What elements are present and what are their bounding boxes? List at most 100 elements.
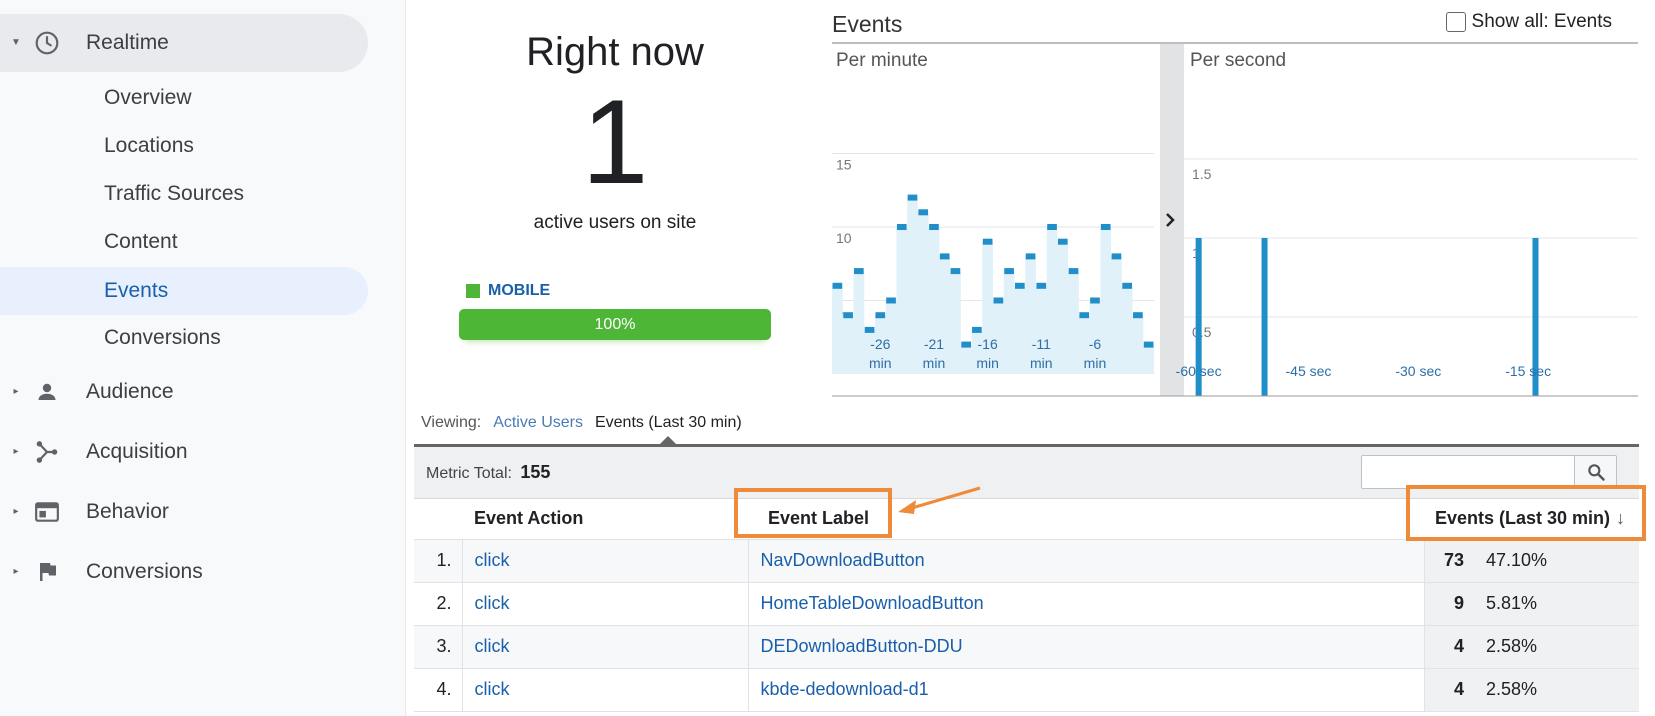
per-minute-point xyxy=(1100,224,1111,230)
per-minute-y-tick: 15 xyxy=(836,157,852,173)
sidebar-item-events[interactable]: Events xyxy=(0,267,368,315)
person-icon xyxy=(33,378,61,406)
per-minute-point xyxy=(1143,341,1154,348)
header-event-label[interactable]: Event Label xyxy=(748,499,1424,540)
row-event-percent: 2.58% xyxy=(1474,625,1639,669)
per-second-x-tick: -60 sec xyxy=(1176,363,1222,379)
events-table: Event Action Event Label Events (Last 30… xyxy=(414,499,1639,712)
header-events-text: Events (Last 30 min) xyxy=(1434,508,1610,529)
header-events-count[interactable]: Events (Last 30 min) ↓ xyxy=(1424,499,1639,540)
per-minute-point xyxy=(1090,297,1100,304)
header-index xyxy=(414,499,462,540)
per-second-bar xyxy=(1261,238,1268,396)
per-minute-point xyxy=(1047,224,1057,230)
row-event-percent: 5.81% xyxy=(1474,582,1639,626)
active-users-count: 1 xyxy=(581,75,649,209)
viewing-label: Viewing: xyxy=(421,414,482,431)
right-now-title: Right now xyxy=(526,30,704,74)
row-event-action-link[interactable]: click xyxy=(475,593,510,613)
table-search xyxy=(1361,455,1617,489)
row-event-percent: 47.10% xyxy=(1474,539,1639,583)
per-minute-point xyxy=(1015,282,1025,289)
table-row: 1. click NavDownloadButton 73 47.10% xyxy=(414,539,1639,583)
sidebar-item-label: Content xyxy=(104,230,178,253)
per-minute-point xyxy=(1004,268,1014,275)
sidebar-item-label: Acquisition xyxy=(86,440,188,463)
per-minute-x-tick: -16 xyxy=(978,336,998,352)
per-minute-point xyxy=(854,268,864,275)
right-now-panel: Right now 1 active users on site MOBILE … xyxy=(440,0,790,400)
viewing-bar: Viewing: Active Users Events (Last 30 mi… xyxy=(421,414,742,432)
sidebar-item-label: Traffic Sources xyxy=(104,182,245,205)
per-minute-point xyxy=(929,224,939,230)
row-event-count: 9 xyxy=(1423,582,1474,626)
row-index: 2. xyxy=(414,582,463,626)
per-minute-x-tick-unit: min xyxy=(1030,355,1053,371)
viewing-events[interactable]: Events (Last 30 min) xyxy=(595,414,742,432)
per-minute-point xyxy=(961,341,971,348)
show-all-toggle[interactable]: Show all: Events xyxy=(1445,11,1612,33)
sidebar-item-label: Events xyxy=(104,279,169,302)
row-event-label-link[interactable]: kbde-dedownload-d1 xyxy=(761,679,929,699)
sidebar-item-audience[interactable]: ▸ Audience xyxy=(0,363,368,421)
app-root: ▼ Realtime Overview Locations Traffic So… xyxy=(0,0,1655,716)
per-minute-point xyxy=(843,312,853,319)
mobile-swatch xyxy=(466,284,480,298)
per-minute-point xyxy=(886,297,896,304)
viewing-active-users[interactable]: Active Users xyxy=(493,414,583,432)
flag-icon xyxy=(33,558,61,586)
row-event-label-link[interactable]: NavDownloadButton xyxy=(761,550,925,570)
events-title: Events xyxy=(832,11,903,37)
table-body: 1. click NavDownloadButton 73 47.10% 2. … xyxy=(414,539,1639,712)
events-chart-header: Events Show all: Events xyxy=(832,8,1638,44)
per-minute-x-tick-unit: min xyxy=(1084,355,1107,371)
sidebar-item-traffic-sources[interactable]: Traffic Sources xyxy=(0,170,368,218)
metric-total-value: 155 xyxy=(520,462,551,482)
search-button[interactable] xyxy=(1574,456,1616,488)
row-event-count: 73 xyxy=(1423,539,1474,583)
per-minute-point xyxy=(1122,282,1132,289)
row-event-action-link[interactable]: click xyxy=(475,679,510,699)
sidebar-item-overview[interactable]: Overview xyxy=(0,74,368,122)
behavior-icon xyxy=(33,498,61,526)
sidebar-item-realtime[interactable]: ▼ Realtime xyxy=(0,14,368,72)
per-minute-point xyxy=(918,209,929,216)
metric-bar: Metric Total: 155 xyxy=(414,447,1639,499)
show-all-checkbox[interactable] xyxy=(1445,12,1466,32)
device-label: MOBILE xyxy=(488,282,551,299)
row-event-action-link[interactable]: click xyxy=(475,636,510,656)
sidebar-item-conversions[interactable]: ▸ Conversions xyxy=(0,543,368,601)
per-minute-point xyxy=(1079,312,1090,319)
header-event-action[interactable]: Event Action xyxy=(462,499,748,540)
per-second-x-tick: -15 sec xyxy=(1505,363,1551,379)
row-event-action-link[interactable]: click xyxy=(475,550,510,570)
show-all-label: Show all: Events xyxy=(1471,11,1612,32)
per-minute-point xyxy=(1111,253,1122,260)
search-icon xyxy=(1587,464,1605,481)
clock-icon xyxy=(33,29,61,57)
per-minute-point xyxy=(939,253,950,260)
per-minute-point xyxy=(875,312,886,319)
sidebar-item-conversions-realtime[interactable]: Conversions xyxy=(0,314,368,362)
sidebar-item-label: Audience xyxy=(86,380,174,403)
caret-right-icon: ▸ xyxy=(13,386,19,397)
caret-right-icon: ▸ xyxy=(13,566,19,577)
sidebar-item-content[interactable]: Content xyxy=(0,218,368,266)
sidebar-item-locations[interactable]: Locations xyxy=(0,122,368,170)
per-minute-point xyxy=(864,326,875,333)
per-minute-point xyxy=(950,268,961,275)
per-second-y-tick: 1.5 xyxy=(1192,166,1212,182)
caret-down-icon: ▼ xyxy=(11,37,21,48)
per-minute-point xyxy=(907,194,918,201)
sidebar-item-acquisition[interactable]: ▸ Acquisition xyxy=(0,423,368,481)
table-search-input[interactable] xyxy=(1362,456,1574,488)
sidebar-item-behavior[interactable]: ▸ Behavior xyxy=(0,483,368,541)
row-event-label-link[interactable]: DEDownloadButton-DDU xyxy=(761,636,963,656)
per-minute-x-tick: -21 xyxy=(924,336,944,352)
per-second-x-tick: -30 sec xyxy=(1395,363,1441,379)
per-minute-label: Per minute xyxy=(836,50,928,71)
row-event-label-link[interactable]: HomeTableDownloadButton xyxy=(761,593,984,613)
sidebar-item-label: Conversions xyxy=(86,560,203,583)
per-minute-point xyxy=(1068,268,1079,275)
sidebar-item-label: Behavior xyxy=(86,500,169,523)
